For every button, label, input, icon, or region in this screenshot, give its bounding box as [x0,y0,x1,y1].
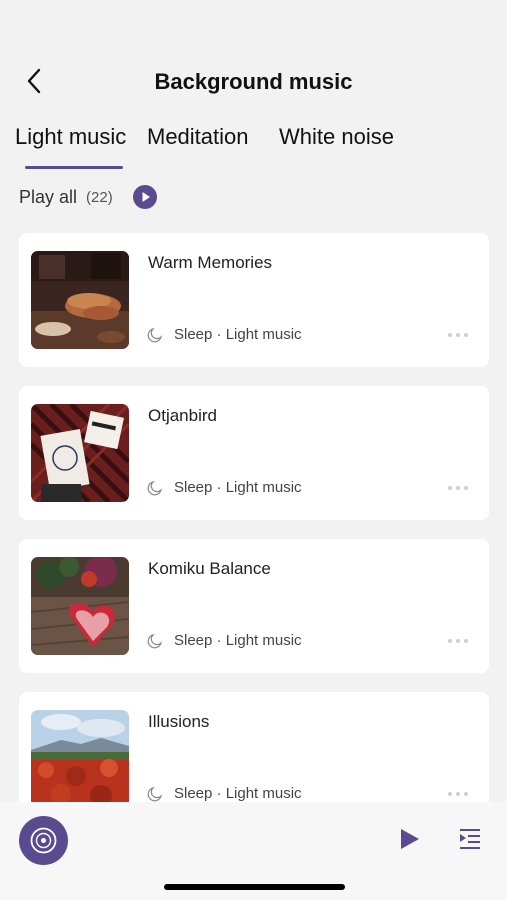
moon-icon [147,633,163,648]
moon-icon [147,327,163,342]
track-artwork [31,251,129,349]
track-tag: Sleep · Light music [147,479,302,496]
track-tag-label: Sleep · Light music [174,326,302,343]
tab-white-noise[interactable]: White noise [279,124,394,150]
track-artwork [31,710,129,808]
header: Background music [0,60,507,104]
play-all-label: Play all [19,186,78,207]
player-bar [0,802,507,900]
now-playing-button[interactable] [19,816,68,865]
track-artwork [31,557,129,655]
track-tag: Sleep · Light music [147,326,302,343]
track-card[interactable]: Warm Memories Sleep · Light music [19,233,489,367]
play-icon[interactable] [396,826,422,852]
more-icon[interactable] [447,637,469,645]
track-tag-label: Sleep · Light music [174,479,302,496]
more-icon[interactable] [447,790,469,798]
tab-meditation[interactable]: Meditation [147,124,249,150]
active-tab-indicator [25,166,123,169]
disc-icon [30,827,57,854]
track-tag: Sleep · Light music [147,632,302,649]
play-all-button[interactable]: Play all (22) [19,184,157,210]
page-title: Background music [154,69,353,94]
more-icon[interactable] [447,484,469,492]
track-card[interactable]: Otjanbird Sleep · Light music [19,386,489,520]
playlist-icon[interactable] [457,826,483,852]
track-tag: Sleep · Light music [147,785,302,802]
track-title: Otjanbird [148,406,217,425]
play-all-count: (22) [86,188,113,206]
more-icon[interactable] [447,331,469,339]
moon-icon [147,786,163,801]
track-title: Warm Memories [148,253,273,272]
home-indicator [164,884,345,890]
moon-icon [147,480,163,495]
track-tag-label: Sleep · Light music [174,632,302,649]
track-tag-label: Sleep · Light music [174,785,302,802]
track-title: Illusions [148,712,210,731]
track-artwork [31,404,129,502]
track-card[interactable]: Komiku Balance Sleep · Light music [19,539,489,673]
tab-light-music[interactable]: Light music [15,124,126,150]
play-circle-icon [132,185,157,209]
track-title: Komiku Balance [148,559,271,578]
